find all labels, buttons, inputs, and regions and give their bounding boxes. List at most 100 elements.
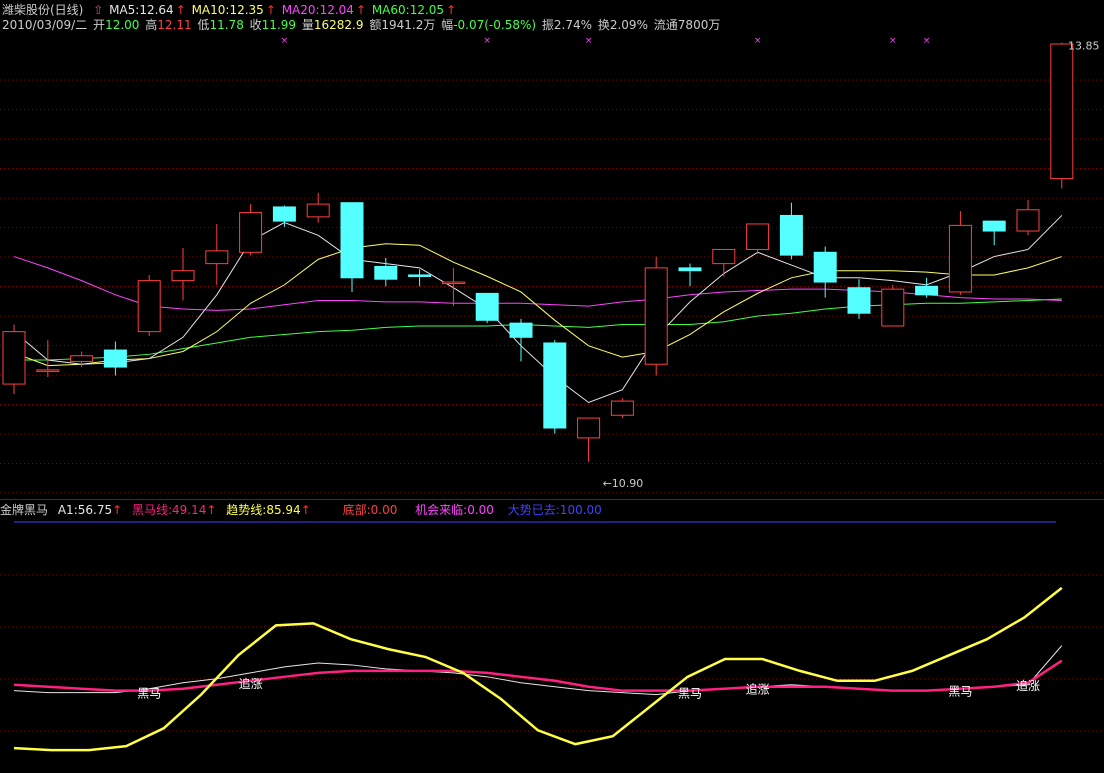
kline-chart-pane[interactable]: × × × × × × 13.85 ←10.90 — [0, 0, 1104, 500]
heima-value: 黑马线:49.14 — [131, 503, 207, 517]
candle-body — [171, 270, 195, 282]
up-arrow-icon[interactable]: ⇧ — [93, 3, 103, 17]
candle — [610, 398, 634, 419]
indicator-name[interactable]: 金牌黑马 — [0, 503, 48, 517]
qushi-value: 趋势线:85.94 — [226, 503, 301, 517]
signal-label: 黑马 — [137, 687, 161, 701]
heima-line — [13, 659, 1063, 692]
candle — [915, 277, 939, 298]
candle-body — [1016, 209, 1040, 232]
top-marker: × — [889, 36, 897, 46]
quote-header: 2010/03/09/二 开12.00 高12.11 低11.78 收11.99… — [2, 17, 722, 33]
candle-body — [340, 202, 364, 279]
open-key: 开 — [93, 18, 106, 32]
high-price-label: 13.85 — [1068, 40, 1100, 53]
dashi-value: 大势已去:100.00 — [507, 503, 602, 517]
candle-body — [441, 281, 465, 285]
heima-up-arrow-icon: ↑ — [206, 503, 217, 517]
candle — [847, 279, 871, 319]
candle-body — [881, 288, 905, 327]
vol-value: 16282.9 — [313, 18, 364, 32]
candle-body — [610, 400, 634, 416]
candle-body — [1050, 43, 1074, 180]
signal-label: 追涨 — [1016, 678, 1040, 693]
candle — [982, 220, 1006, 246]
candle-body — [847, 287, 871, 314]
candle — [678, 263, 702, 287]
candle-body — [2, 331, 26, 385]
candle-body — [948, 224, 972, 293]
a1-up-arrow-icon: ↑ — [112, 503, 123, 517]
candle — [171, 248, 195, 301]
indicator-header: 金牌黑马 A1:56.75↑ 黑马线:49.14↑ 趋势线:85.94↑ 底部:… — [0, 502, 602, 518]
signal-label: 追涨 — [239, 676, 263, 691]
candle-body — [712, 248, 736, 265]
candle — [881, 284, 905, 327]
top-marker: × — [923, 36, 931, 46]
candle — [441, 267, 465, 307]
high-key: 高 — [145, 18, 158, 32]
kline-chart[interactable]: × × × × × × 13.85 ←10.90 — [0, 0, 1104, 500]
candle-body — [272, 206, 296, 222]
high-value: 12.11 — [157, 18, 192, 32]
turnover-value: 换2.09% — [597, 18, 648, 32]
close-value: 11.99 — [261, 18, 297, 32]
candle — [712, 248, 736, 277]
candle-body — [137, 280, 161, 333]
vol-key: 量 — [301, 18, 314, 32]
candle — [746, 223, 770, 254]
ma60-label: MA60:12.05 — [371, 3, 445, 17]
signal-label: 追涨 — [746, 682, 770, 697]
ma5-label: MA5:12.64 — [109, 3, 174, 17]
candle-body — [103, 349, 127, 368]
top-marker: × — [754, 36, 762, 46]
change-key: 幅 — [441, 18, 454, 32]
candle — [272, 205, 296, 227]
candle — [509, 318, 533, 362]
candle — [306, 192, 330, 223]
low-key: 低 — [197, 18, 210, 32]
signal-label: 黑马 — [678, 687, 702, 701]
ma10-up-arrow-icon: ↑ — [265, 3, 276, 17]
candle-body — [408, 274, 432, 277]
top-marker: × — [281, 36, 289, 46]
candle-body — [577, 417, 601, 439]
change-value: -0.07(-0.58%) — [453, 18, 537, 32]
date-label: 2010/03/09/二 — [2, 18, 88, 32]
candle-body — [746, 223, 770, 250]
close-key: 收 — [249, 18, 262, 32]
candle — [475, 292, 499, 324]
dibu-value: 底部:0.00 — [342, 503, 398, 517]
open-value: 12.00 — [105, 18, 140, 32]
jihui-value: 机会来临:0.00 — [415, 503, 494, 517]
candle-body — [70, 355, 94, 362]
candle — [813, 246, 837, 298]
a1-value: A1:56.75 — [57, 503, 113, 517]
ma20-line — [13, 256, 1062, 311]
signal-label: 黑马 — [948, 685, 972, 699]
ma10-label: MA10:12.35 — [191, 3, 264, 17]
indicator-chart[interactable]: 黑马追涨黑马 追涨 黑马 追涨 — [0, 500, 1104, 770]
candle — [543, 340, 567, 434]
amount-key: 额 — [369, 18, 382, 32]
candle-body — [36, 369, 60, 372]
candle — [948, 211, 972, 295]
ma5-line — [13, 215, 1063, 404]
candle-body — [644, 267, 668, 365]
candle-body — [509, 322, 533, 338]
candle-body — [205, 250, 229, 265]
candle — [137, 274, 161, 336]
candle — [577, 417, 601, 462]
amount-value: 1941.2万 — [381, 18, 436, 32]
candle-body — [374, 265, 398, 280]
float-value: 流通7800万 — [653, 18, 721, 32]
indicator-pane[interactable]: 黑马 追涨 黑马 追涨 黑马 追涨 — [0, 500, 1104, 770]
candle — [1016, 199, 1040, 236]
candle — [239, 204, 263, 256]
ma5-up-arrow-icon: ↑ — [175, 3, 186, 17]
qushi-line — [13, 586, 1063, 752]
low-value: 11.78 — [209, 18, 244, 32]
candle-body — [779, 214, 803, 256]
stock-name[interactable]: 潍柴股份(日线) — [2, 3, 83, 17]
candle — [205, 223, 229, 285]
